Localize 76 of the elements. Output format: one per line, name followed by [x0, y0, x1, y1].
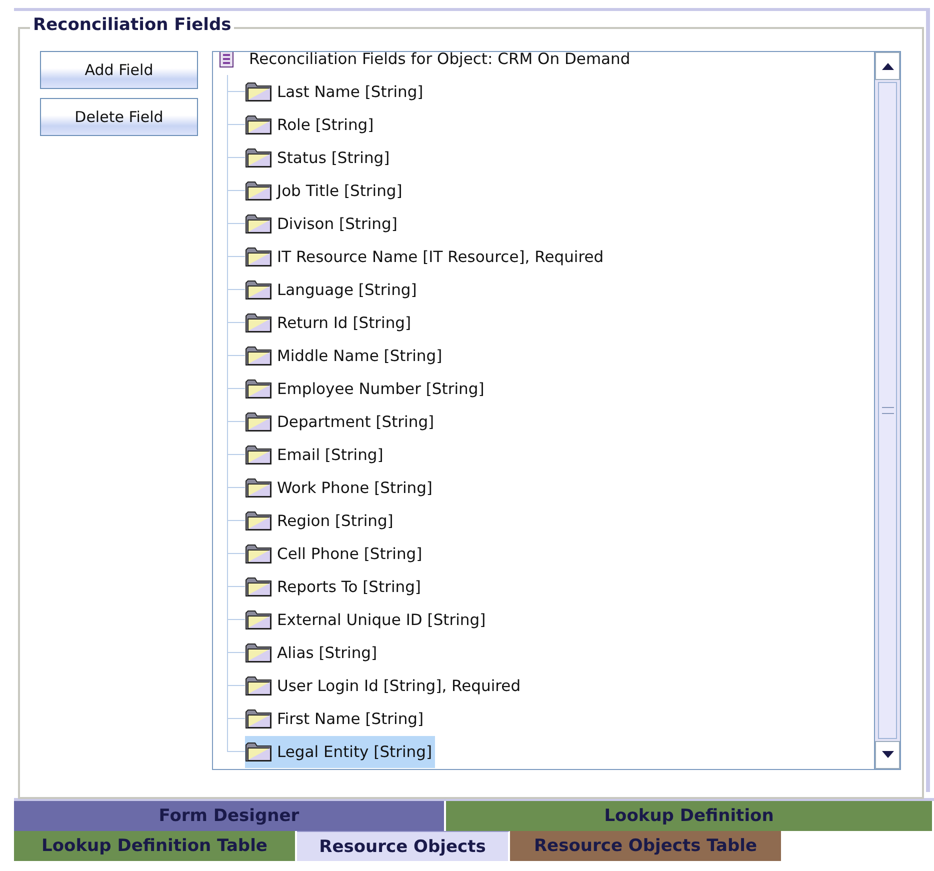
tree-item[interactable]: Role [String]	[245, 108, 377, 140]
folder-icon	[245, 708, 273, 730]
folder-icon	[245, 542, 273, 564]
down-arrow-icon	[882, 751, 894, 759]
tree-item[interactable]: User Login Id [String], Required	[245, 670, 524, 702]
folder-icon	[245, 80, 273, 102]
tree-item-label: Return Id [String]	[277, 314, 412, 332]
folder-icon	[245, 576, 273, 598]
scroll-thumb[interactable]	[878, 82, 897, 739]
folder-icon	[245, 114, 273, 136]
tree-item[interactable]: Work Phone [String]	[245, 472, 436, 504]
tree-item[interactable]: Last Name [String]	[245, 76, 426, 108]
tree-item-label: Work Phone [String]	[277, 478, 432, 496]
folder-icon	[245, 444, 273, 466]
tree-item-label: Divison [String]	[277, 214, 398, 232]
tree-item-label: Cell Phone [String]	[277, 544, 422, 562]
tab[interactable]: Lookup Definition	[446, 801, 934, 831]
tree-item[interactable]: Status [String]	[245, 142, 393, 174]
tree-item-label: Legal Entity [String]	[277, 742, 432, 760]
tree-item[interactable]: IT Resource Name [IT Resource], Required	[245, 240, 607, 272]
tree-item[interactable]: Legal Entity [String]	[245, 736, 435, 768]
tree-item-label: First Name [String]	[277, 710, 424, 728]
tab[interactable]: Resource Objects	[297, 831, 510, 861]
tree-item-label: Job Title [String]	[277, 182, 402, 200]
folder-icon	[245, 510, 273, 532]
tree-item[interactable]: External Unique ID [String]	[245, 604, 489, 636]
tree-item[interactable]: Region [String]	[245, 504, 396, 536]
folder-icon	[245, 378, 273, 400]
tree-item-label: IT Resource Name [IT Resource], Required	[277, 248, 604, 266]
tree-item-label: Alias [String]	[277, 644, 378, 662]
tree-item-label: User Login Id [String], Required	[277, 676, 521, 694]
folder-icon	[245, 344, 273, 366]
folder-icon	[245, 180, 273, 202]
folder-icon	[245, 410, 273, 432]
tab[interactable]: Lookup Definition Table	[14, 831, 297, 861]
tree-item[interactable]: Language [String]	[245, 274, 420, 306]
tree-item[interactable]: Cell Phone [String]	[245, 538, 426, 570]
tree-item-label: Language [String]	[277, 280, 417, 298]
tree-root-label[interactable]: Reconciliation Fields for Object: CRM On Demand	[249, 52, 630, 68]
tree-item-label: Status [String]	[277, 148, 390, 166]
tree-item-label: Last Name [String]	[277, 82, 424, 100]
tree-item[interactable]: First Name [String]	[245, 702, 427, 734]
tree-item-label: Reports To [String]	[277, 578, 421, 596]
tree-item[interactable]: Employee Number [String]	[245, 372, 488, 404]
scroll-down-button[interactable]	[875, 741, 900, 769]
folder-icon	[245, 608, 273, 630]
tree-item[interactable]: Department [String]	[245, 406, 438, 438]
action-button[interactable]: Delete Field	[40, 98, 198, 136]
tree-item[interactable]: Job Title [String]	[245, 174, 406, 206]
folder-icon	[245, 212, 273, 234]
scrollbar[interactable]	[874, 52, 900, 769]
tree-item[interactable]: Return Id [String]	[245, 306, 414, 338]
tree-item[interactable]: Middle Name [String]	[245, 340, 446, 372]
folder-icon	[245, 740, 273, 762]
folder-icon	[245, 674, 273, 696]
tree-item[interactable]: Reports To [String]	[245, 570, 424, 602]
tree-item-label: Middle Name [String]	[277, 346, 442, 364]
document-icon	[219, 52, 235, 68]
tree-item[interactable]: Email [String]	[245, 438, 386, 470]
tree-item-label: External Unique ID [String]	[277, 610, 486, 628]
tree-item-label: Role [String]	[277, 116, 374, 134]
tree-item-label: Employee Number [String]	[277, 380, 484, 398]
action-button[interactable]: Add Field	[40, 51, 198, 89]
tree-item-label: Department [String]	[277, 412, 434, 430]
tree-item[interactable]: Alias [String]	[245, 636, 380, 668]
folder-icon	[245, 476, 273, 498]
folder-icon	[245, 146, 273, 168]
tree-item-label: Email [String]	[277, 446, 384, 464]
folder-icon	[245, 246, 273, 268]
tree-item-label: Region [String]	[277, 512, 394, 530]
scroll-up-button[interactable]	[875, 52, 900, 80]
folder-icon	[245, 278, 273, 300]
folder-icon	[245, 642, 273, 664]
tree-item[interactable]: Divison [String]	[245, 208, 400, 240]
up-arrow-icon	[882, 62, 894, 70]
folder-icon	[245, 312, 273, 334]
